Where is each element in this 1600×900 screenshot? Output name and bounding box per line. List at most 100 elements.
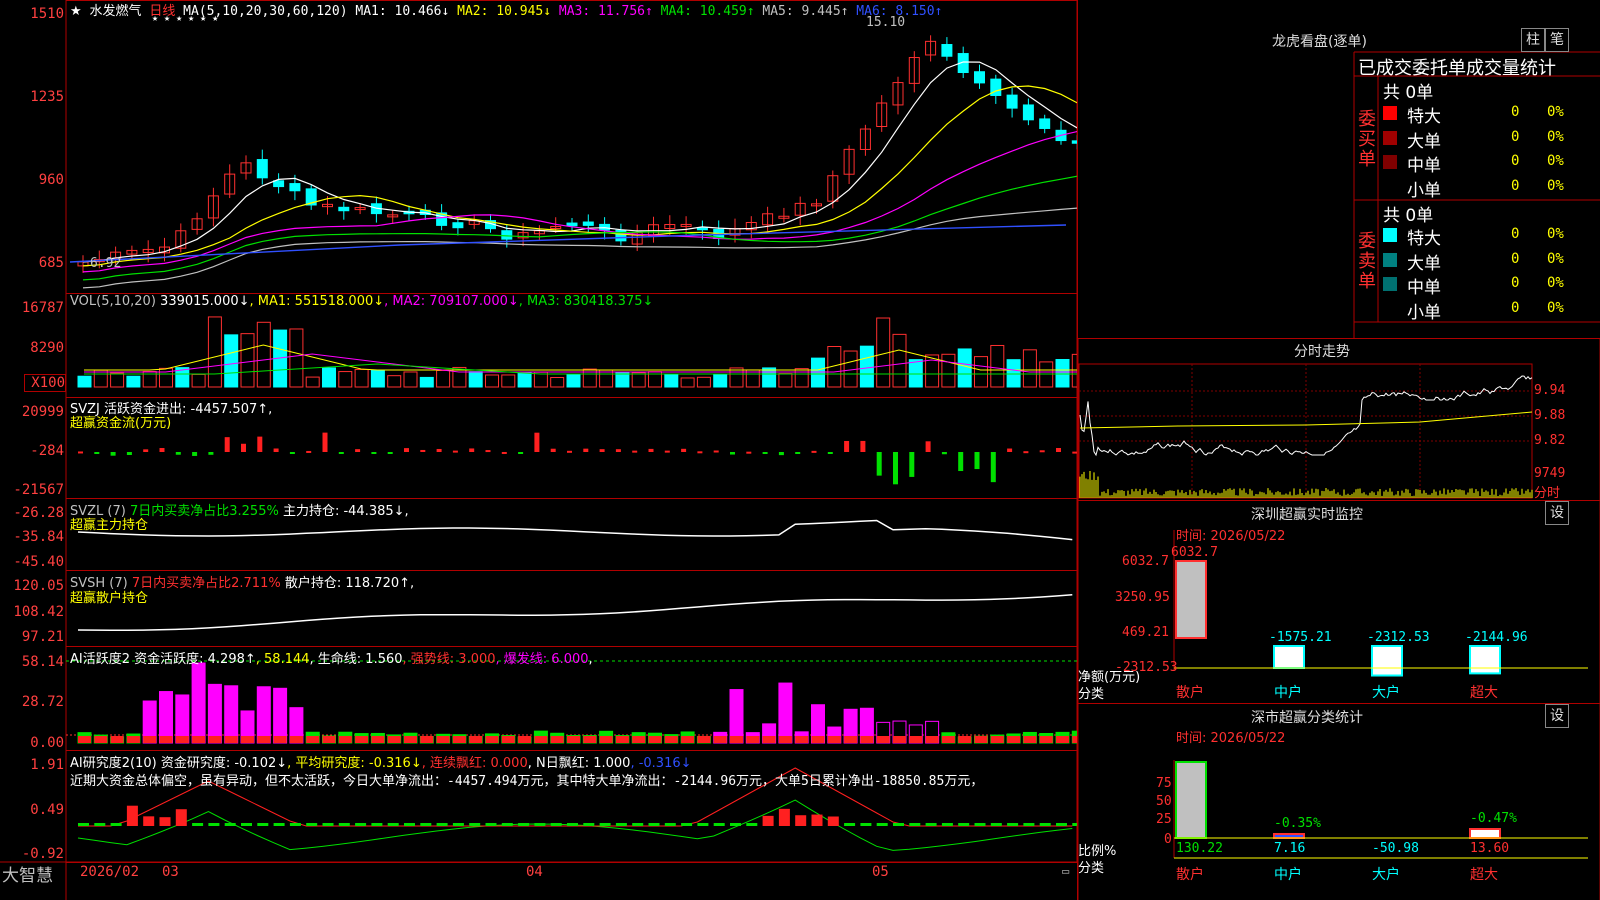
price-candle [273, 180, 285, 188]
svzj-bar [827, 452, 833, 454]
ai-base-bar [664, 736, 678, 743]
svzj-bar [273, 448, 279, 452]
ai-base-bar [860, 736, 874, 743]
ai2-bar [811, 814, 823, 826]
svzj-bar [78, 451, 83, 454]
svzj-bar [241, 443, 246, 452]
volume-bar [696, 376, 711, 388]
cls-value: 130.22 [1176, 841, 1223, 856]
price-candle [1039, 118, 1051, 129]
vol-header-part: , MA3: 830418.375↓ [518, 294, 654, 309]
cls-stats-title: 深市超赢分类统计 [1251, 710, 1363, 726]
high-mark: 15.10 [866, 15, 906, 30]
vol-header-part: , MA2: 709107.000↓ [384, 294, 519, 309]
ai-base-bar [452, 736, 466, 743]
ai-base-bar [192, 736, 206, 743]
order-stats-title: 已成交委托单成交量统计 [1358, 58, 1556, 79]
ai-base-bar [615, 736, 629, 743]
vol-header-part: , MA1: 551518.000↓ [249, 294, 385, 309]
svzj-bar [730, 452, 735, 455]
ai-base-bar [224, 736, 238, 743]
cls-settings-button[interactable]: 设 [1545, 704, 1569, 728]
svzj-bar [974, 452, 980, 470]
volume-bar [778, 373, 793, 388]
sz-time: 时间: 2026/05/22 [1176, 529, 1286, 544]
bar-mode-button[interactable]: 柱 [1521, 28, 1545, 52]
svzj-bar [485, 450, 491, 453]
svzl-header-part: 7日内买卖净占比3.255% [129, 504, 279, 519]
ai-base-bar [632, 736, 646, 743]
cls-value: 13.60 [1470, 841, 1510, 856]
volume-bar [240, 333, 255, 388]
volume-bar [566, 373, 581, 388]
svzj-axis-1: 20999 [21, 404, 64, 420]
cls-percent: -0.47% [1470, 811, 1517, 826]
ai-header-part: AI活跃度2 资金活跃度: 4.298↑ [70, 652, 256, 667]
price-axis-1: 1510 [30, 6, 64, 22]
fenshi-label[interactable]: 分时 [1534, 482, 1560, 501]
ai-base-bar [1023, 736, 1037, 743]
buy-row: 中单 0 0% [1383, 151, 1600, 176]
volume-bar [990, 344, 1005, 388]
cls-axis-2: 50 [1156, 794, 1172, 809]
svzj-bar [648, 448, 654, 452]
ai-base-bar [795, 736, 809, 743]
ai2-bar [420, 823, 432, 826]
ai-base-bar [387, 736, 401, 743]
svzj-bar [1039, 450, 1045, 453]
volume-bar [517, 371, 532, 388]
svzj-bar [697, 451, 703, 454]
ai2-bar [941, 823, 953, 826]
fenshi-price-1: 9.94 [1534, 383, 1566, 398]
ai-base-bar [958, 736, 972, 743]
cls-axis-1: 75 [1156, 776, 1172, 791]
volume-bar [1022, 349, 1037, 388]
ai-base-bar [648, 736, 662, 743]
svsh-axis-3: 97.21 [21, 629, 64, 645]
ai2-bar [469, 823, 481, 826]
ai2-header-part: , N日飘红: 1.000 [527, 756, 631, 771]
order-type: 中单 [1407, 278, 1441, 298]
ai-base-bar [550, 736, 564, 743]
ai2-bar [632, 823, 644, 826]
color-swatch [1383, 106, 1397, 120]
ai2-bar [746, 823, 758, 826]
color-swatch [1383, 228, 1397, 242]
tick-mode-button[interactable]: 笔 [1545, 28, 1569, 52]
vol-axis-2: 8290 [30, 340, 64, 356]
cls-bar [1273, 833, 1305, 839]
ai2-bar [925, 823, 937, 826]
color-swatch [1383, 277, 1397, 291]
ai2-header-part: AI研究度2(10) 资金研究度: -0.102↓ [70, 756, 288, 771]
sz-category: 中户 [1274, 685, 1302, 701]
price-candle [338, 206, 350, 212]
cls-category: 大户 [1372, 867, 1400, 883]
svzj-bar [599, 449, 605, 452]
svzj-bar [681, 448, 687, 452]
svzj-bar [664, 450, 670, 453]
ma-values: MA1: 10.466↓ MA2: 10.945↓ MA3: 11.756↑ M… [355, 4, 942, 19]
volume-bar [908, 359, 923, 388]
vol-axis-1: 16787 [21, 300, 64, 316]
order-count: 0 [1511, 104, 1520, 120]
order-count: 0 [1511, 128, 1520, 145]
ai-base-bar [110, 736, 124, 743]
lock-icon[interactable]: ▭ [1062, 864, 1069, 878]
ai2-bar [550, 823, 562, 826]
sz-settings-button[interactable]: 设 [1545, 501, 1569, 525]
volume-bar [354, 369, 369, 388]
svzj-bar [893, 452, 898, 485]
vol-unit-button[interactable]: X100 [24, 374, 66, 392]
order-percent: 0% [1547, 177, 1564, 194]
vol-header: VOL(5,10,20) 339015.000↓, MA1: 551518.00… [70, 294, 653, 309]
ai-activity-bar [729, 689, 744, 744]
svzl-axis-1: -26.28 [13, 505, 64, 521]
order-type: 中单 [1407, 156, 1441, 176]
order-type: 大单 [1407, 253, 1441, 274]
cls-category: 散户 [1176, 867, 1204, 883]
sz-category: 大户 [1372, 685, 1400, 701]
ai-base-bar [941, 736, 955, 743]
svzj-bar [501, 451, 507, 454]
main-chart-area[interactable]: ★ 水发燃气 日线 MA(5,10,20,30,60,120) MA1: 10.… [0, 0, 1077, 900]
ai-base-bar [599, 736, 613, 743]
